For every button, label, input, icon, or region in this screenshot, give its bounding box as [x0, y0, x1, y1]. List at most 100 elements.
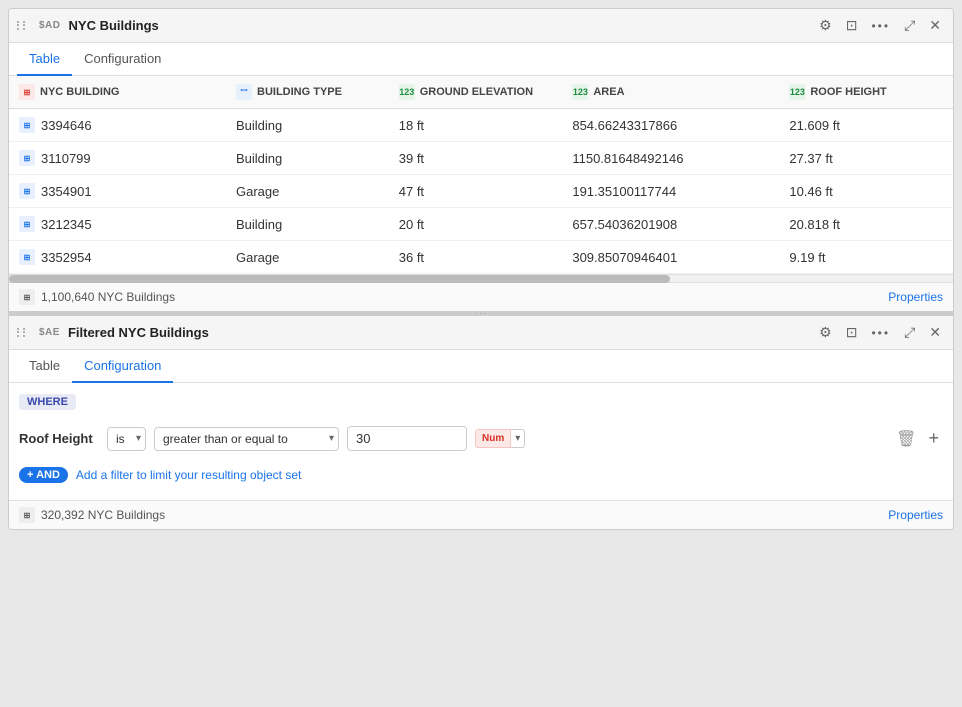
cell-elevation: 47 ft	[389, 175, 563, 208]
footer-icon: ⊞	[19, 289, 35, 305]
top-panel-footer: ⊞ 1,100,640 NYC Buildings Properties	[9, 282, 953, 311]
top-panel-tag: $AD	[39, 20, 61, 31]
more-icon: •••	[871, 19, 890, 33]
top-panel-actions: ⚙ ⊡ ••• ⤢ ✕	[815, 15, 945, 36]
cell-elevation: 18 ft	[389, 109, 563, 142]
close-button[interactable]: ✕	[925, 15, 945, 36]
top-panel-tabs: Table Configuration	[9, 43, 953, 76]
elevation-type-icon: 123	[399, 84, 415, 100]
row-icon: ⊞	[19, 249, 35, 265]
bottom-panel-actions: ⚙ ⊡ ••• ⤢ ✕	[815, 322, 945, 343]
num-type-badge: Num	[475, 429, 511, 448]
top-properties-link[interactable]: Properties	[888, 290, 943, 304]
bottom-close-button[interactable]: ✕	[925, 322, 945, 343]
col-header-building-type: "" BUILDING TYPE	[226, 76, 389, 109]
cell-id: ⊞ 3110799	[9, 142, 226, 175]
row-icon: ⊞	[19, 216, 35, 232]
cell-area: 657.54036201908	[562, 208, 779, 241]
tab-configuration-top[interactable]: Configuration	[72, 43, 173, 76]
bottom-panel-tag: $AE	[39, 327, 60, 338]
cell-id: ⊞ 3212345	[9, 208, 226, 241]
bottom-drag-handle[interactable]	[17, 328, 27, 338]
expand-button[interactable]: ⤢	[900, 15, 919, 36]
bottom-panel-tabs: Table Configuration	[9, 350, 953, 383]
and-badge[interactable]: + AND	[19, 467, 68, 483]
bottom-more-button[interactable]: •••	[867, 324, 894, 342]
cell-area: 191.35100117744	[562, 175, 779, 208]
delete-filter-button[interactable]: 🗑	[892, 427, 920, 451]
condition-select-wrapper: greater than or equal to less than equal…	[154, 427, 339, 451]
bottom-panel-header: $AE Filtered NYC Buildings ⚙ ⊡ ••• ⤢ ✕	[9, 316, 953, 350]
table-row: ⊞ 3354901 Garage 47 ft 191.35100117744 1…	[9, 175, 953, 208]
building-type-type-icon: ""	[236, 84, 252, 100]
bottom-expand-button[interactable]: ⤢	[900, 322, 919, 343]
bottom-panel-title: Filtered NYC Buildings	[68, 325, 807, 340]
filter-row: Roof Height is greater than or equal to …	[19, 420, 943, 457]
more-button[interactable]: •••	[867, 17, 894, 35]
cell-roof-height: 21.609 ft	[779, 109, 953, 142]
col-header-roof-height: 123 ROOF HEIGHT	[779, 76, 953, 109]
cell-elevation: 39 ft	[389, 142, 563, 175]
type-selector: Num ▾	[475, 429, 525, 448]
add-filter-inline-button[interactable]: +	[924, 426, 943, 451]
is-select[interactable]: is	[107, 427, 146, 451]
cell-id: ⊞ 3354901	[9, 175, 226, 208]
table-row: ⊞ 3212345 Building 20 ft 657.54036201908…	[9, 208, 953, 241]
col-header-building: ⊞ NYC BUILDING	[9, 76, 226, 109]
horizontal-scrollbar[interactable]	[9, 274, 953, 282]
cell-roof-height: 20.818 ft	[779, 208, 953, 241]
table-row: ⊞ 3394646 Building 18 ft 854.66243317866…	[9, 109, 953, 142]
tab-table-top[interactable]: Table	[17, 43, 72, 76]
cell-roof-height: 27.37 ft	[779, 142, 953, 175]
area-type-icon: 123	[572, 84, 588, 100]
add-filter-text[interactable]: Add a filter to limit your resulting obj…	[76, 468, 301, 482]
cell-area: 309.85070946401	[562, 241, 779, 274]
row-icon: ⊞	[19, 117, 35, 133]
cell-building-type: Building	[226, 142, 389, 175]
roof-type-icon: 123	[789, 84, 805, 100]
bottom-panel-footer: ⊞ 320,392 NYC Buildings Properties	[9, 500, 953, 529]
cell-roof-height: 10.46 ft	[779, 175, 953, 208]
tab-table-bottom[interactable]: Table	[17, 350, 72, 383]
cell-area: 854.66243317866	[562, 109, 779, 142]
drag-handle[interactable]	[17, 21, 27, 31]
top-record-count: ⊞ 1,100,640 NYC Buildings	[19, 289, 175, 305]
bottom-properties-link[interactable]: Properties	[888, 508, 943, 522]
cell-building-type: Building	[226, 208, 389, 241]
row-icon: ⊞	[19, 183, 35, 199]
tab-configuration-bottom[interactable]: Configuration	[72, 350, 173, 383]
cell-id: ⊞ 3352954	[9, 241, 226, 274]
cell-id: ⊞ 3394646	[9, 109, 226, 142]
bottom-settings-button[interactable]: ⚙	[815, 322, 836, 343]
filter-row-actions: 🗑 +	[892, 426, 943, 451]
is-select-wrapper: is	[107, 427, 146, 451]
col-header-area: 123 AREA	[562, 76, 779, 109]
scrollbar-thumb[interactable]	[9, 275, 670, 283]
add-filter-row: + AND Add a filter to limit your resulti…	[19, 467, 943, 483]
cell-elevation: 36 ft	[389, 241, 563, 274]
settings-button[interactable]: ⚙	[815, 15, 836, 36]
condition-select[interactable]: greater than or equal to less than equal…	[154, 427, 339, 451]
cell-elevation: 20 ft	[389, 208, 563, 241]
col-header-ground-elevation: 123 GROUND ELEVATION	[389, 76, 563, 109]
num-type-dropdown[interactable]: ▾	[511, 429, 525, 448]
table-row: ⊞ 3110799 Building 39 ft 1150.8164849214…	[9, 142, 953, 175]
bottom-monitor-button[interactable]: ⊡	[842, 322, 862, 343]
filter-value-input[interactable]	[347, 426, 467, 451]
cell-roof-height: 9.19 ft	[779, 241, 953, 274]
monitor-button[interactable]: ⊡	[842, 15, 862, 36]
data-table: ⊞ NYC BUILDING "" BUILDING TYPE	[9, 76, 953, 274]
bottom-footer-icon: ⊞	[19, 507, 35, 523]
row-icon: ⊞	[19, 150, 35, 166]
where-badge: WHERE	[19, 394, 76, 410]
top-panel-header: $AD NYC Buildings ⚙ ⊡ ••• ⤢ ✕	[9, 9, 953, 43]
cell-building-type: Building	[226, 109, 389, 142]
building-type-icon: ⊞	[19, 84, 35, 100]
bottom-record-count: ⊞ 320,392 NYC Buildings	[19, 507, 165, 523]
cell-building-type: Garage	[226, 175, 389, 208]
table-row: ⊞ 3352954 Garage 36 ft 309.85070946401 9…	[9, 241, 953, 274]
cell-area: 1150.81648492146	[562, 142, 779, 175]
configuration-content: WHERE Roof Height is greater than or equ…	[9, 383, 953, 493]
top-panel-title: NYC Buildings	[69, 18, 808, 33]
cell-building-type: Garage	[226, 241, 389, 274]
